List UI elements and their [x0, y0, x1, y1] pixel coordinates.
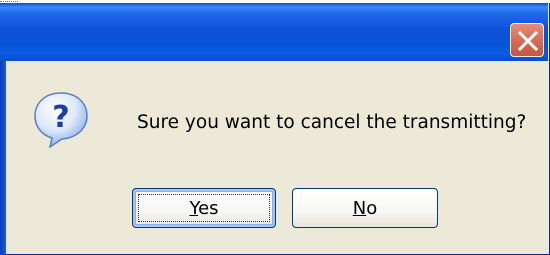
window-frame-left	[0, 61, 6, 255]
dialog-message: Sure you want to cancel the transmitting…	[137, 112, 527, 133]
svg-text:?: ?	[52, 100, 69, 135]
message-dialog: ? Sure you want to cancel the transmitti…	[0, 3, 550, 255]
screen: ? Sure you want to cancel the transmitti…	[0, 0, 550, 255]
no-button-label: No	[352, 197, 378, 219]
close-button[interactable]	[510, 23, 544, 57]
close-icon	[517, 30, 539, 52]
no-button[interactable]: No	[292, 188, 438, 228]
focus-ring	[138, 194, 270, 222]
title-bar[interactable]	[0, 3, 548, 61]
yes-button[interactable]: Yes	[132, 188, 276, 228]
question-icon: ?	[30, 89, 92, 151]
crop-marker	[0, 1, 18, 2]
